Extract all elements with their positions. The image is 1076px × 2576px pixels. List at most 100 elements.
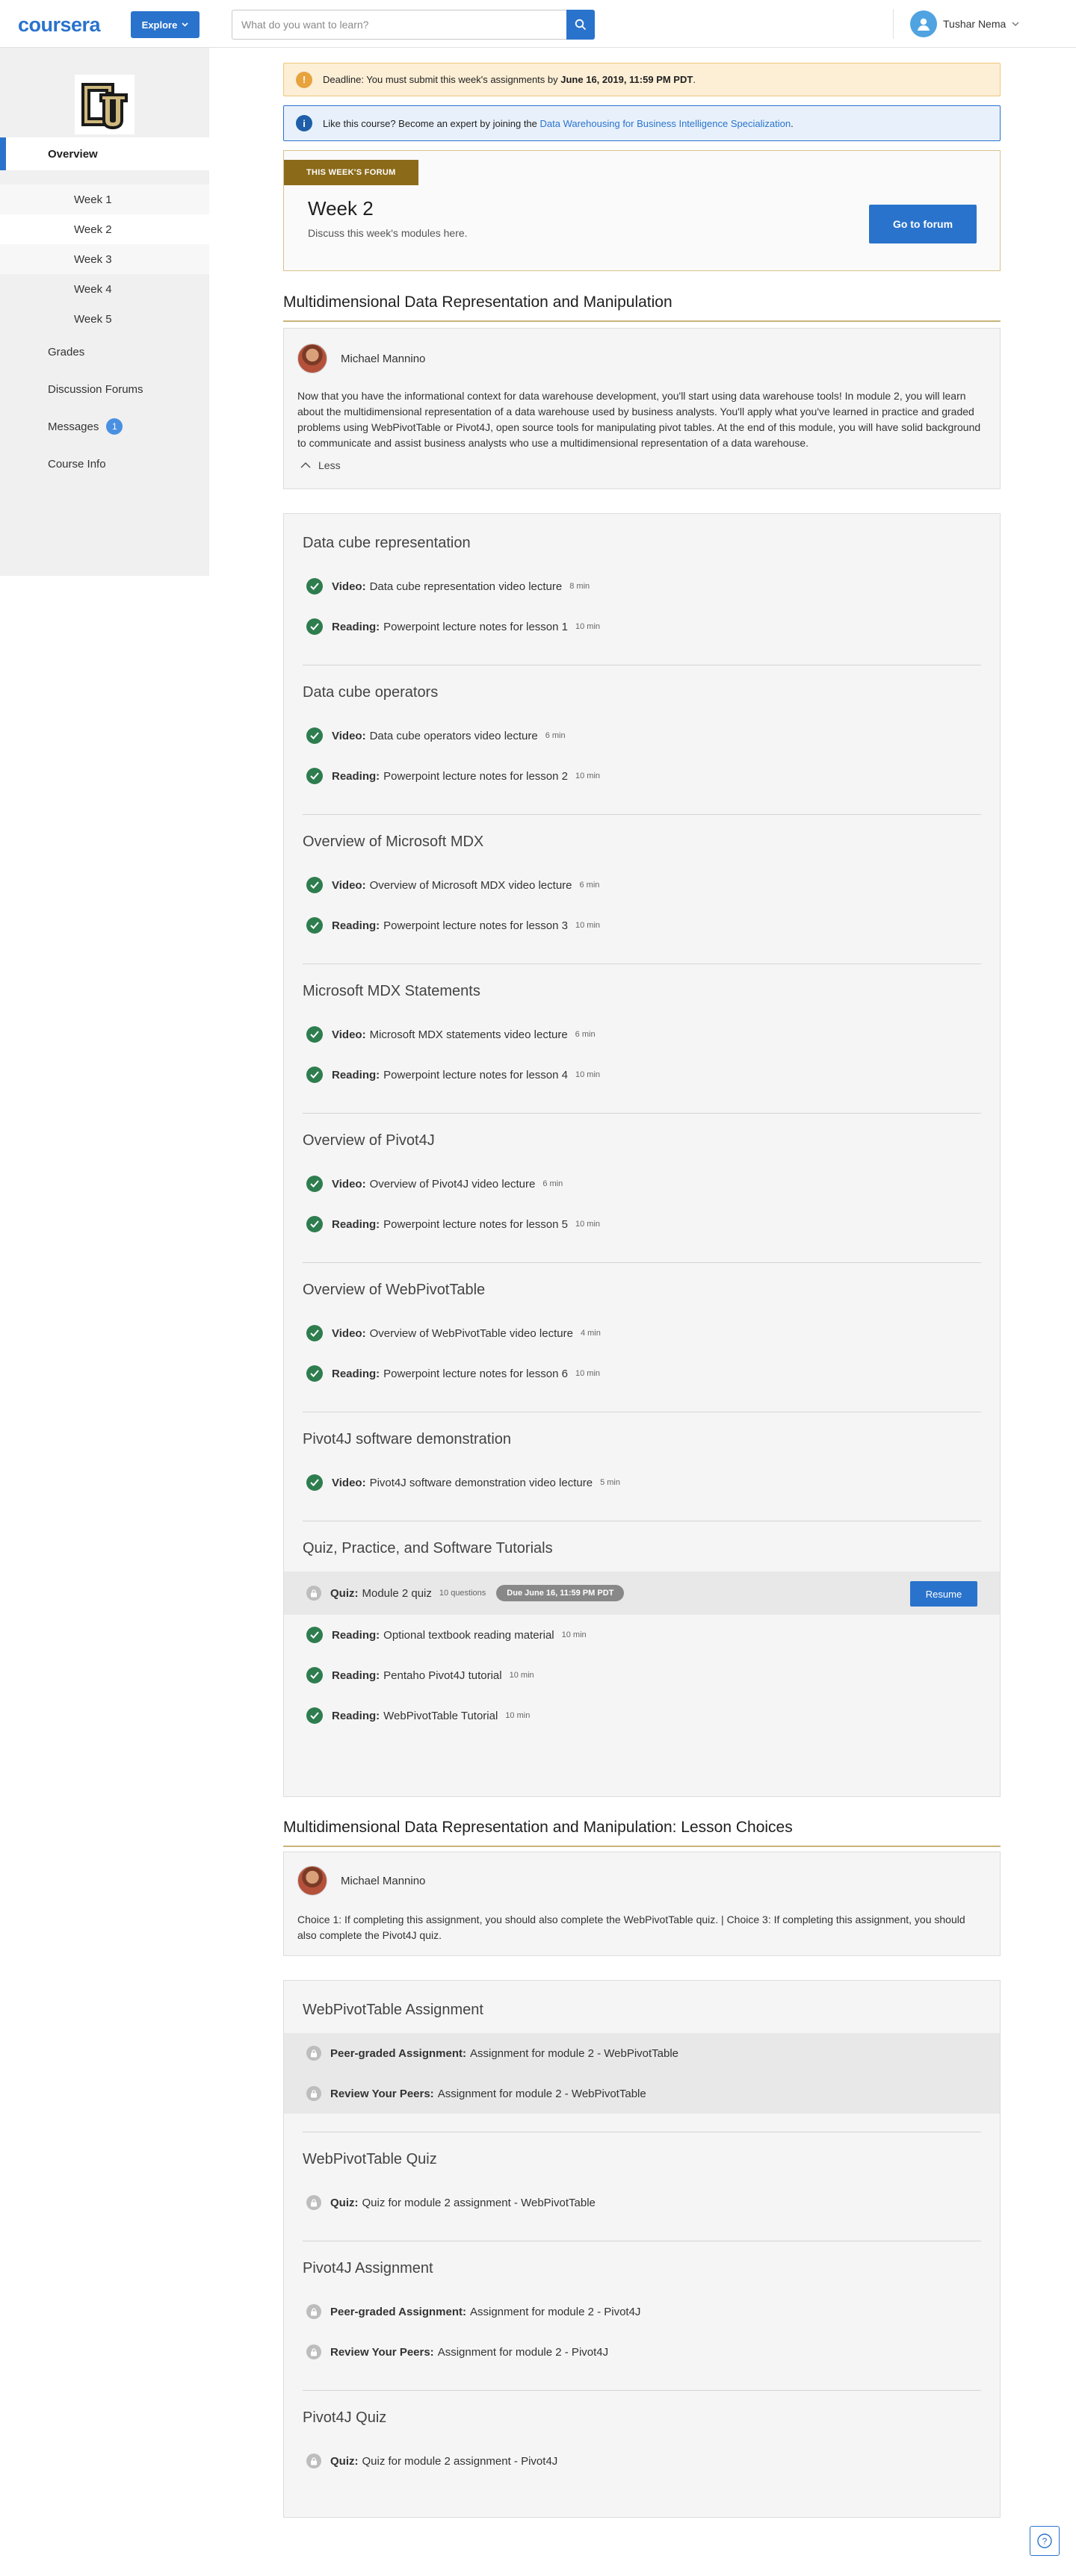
assignment-item-row[interactable]: Quiz: Quiz for module 2 assignment - WebP… (284, 2182, 1000, 2223)
lesson-item-row[interactable]: Video: Overview of Microsoft MDX video le… (284, 865, 1000, 905)
messages-count-badge: 1 (106, 418, 123, 435)
sidebar-item-grades[interactable]: Grades (0, 335, 209, 368)
item-type: Video: (332, 878, 366, 892)
lesson-divider (303, 2390, 981, 2391)
item-duration: 10 min (561, 1630, 587, 1639)
completed-check-icon (306, 1474, 323, 1491)
sidebar-item-overview[interactable]: Overview (0, 137, 209, 170)
lesson-title: WebPivotTable Quiz (303, 2151, 437, 2167)
explore-button[interactable]: Explore (131, 11, 200, 38)
lesson-item-row[interactable]: Reading: Powerpoint lecture notes for les… (284, 905, 1000, 946)
sidebar-item-week-5[interactable]: Week 5 (0, 304, 209, 334)
item-type: Peer-graded Assignment: (330, 2046, 466, 2060)
assignment-item-row[interactable]: Review Your Peers: Assignment for module … (284, 2332, 1000, 2372)
lesson-divider (303, 1113, 981, 1114)
instructor-name: Michael Mannino (341, 1874, 426, 1887)
item-type: Reading: (332, 620, 380, 633)
chevron-up-icon (300, 462, 311, 468)
search-icon (575, 19, 587, 31)
item-type: Review Your Peers: (330, 2087, 434, 2100)
lesson-item-row[interactable]: Video: Pivot4J software demonstration vid… (284, 1462, 1000, 1503)
lesson-item-row[interactable]: Reading: Powerpoint lecture notes for les… (284, 1055, 1000, 1095)
lesson-item-row[interactable]: Video: Data cube representation video lec… (284, 566, 1000, 606)
specialization-link[interactable]: Data Warehousing for Business Intelligen… (540, 118, 791, 129)
lesson-item-row[interactable]: Reading: Optional textbook reading materi… (284, 1615, 1000, 1655)
search-bar (232, 10, 595, 40)
lesson-title: Data cube representation (303, 535, 471, 551)
item-duration: 10 min (575, 1369, 601, 1378)
lesson-choices-card: WebPivotTable Assignment Peer-graded Assi… (283, 1980, 1001, 2518)
instructor-name: Michael Mannino (341, 352, 426, 365)
item-duration: 10 min (575, 772, 601, 780)
item-type: Reading: (332, 769, 380, 783)
module-description: Choice 1: If completing this assignment,… (297, 1914, 965, 1941)
sidebar-item-discussion-forums[interactable]: Discussion Forums (0, 373, 209, 406)
coursera-logo[interactable]: coursera (18, 13, 101, 37)
lesson-item-row[interactable]: Reading: Powerpoint lecture notes for les… (284, 1204, 1000, 1244)
module-description: Now that you have the informational cont… (297, 390, 981, 449)
search-button[interactable] (566, 10, 595, 40)
sidebar-item-course-info[interactable]: Course Info (0, 447, 209, 480)
specialization-alert: i Like this course? Become an expert by … (283, 105, 1001, 141)
item-name: Overview of Microsoft MDX video lecture (369, 878, 572, 892)
sidebar-item-messages[interactable]: Messages 1 (0, 410, 209, 443)
item-name: Powerpoint lecture notes for lesson 3 (383, 919, 568, 932)
question-count: 10 questions (439, 1589, 486, 1598)
lesson-title: Pivot4J Assignment (303, 2260, 433, 2276)
svg-text:?: ? (1042, 2536, 1048, 2547)
assignment-item-row[interactable]: Review Your Peers: Assignment for module … (284, 2073, 1000, 2114)
module-intro-card: Michael Mannino Now that you have the in… (283, 328, 1001, 489)
item-type: Video: (332, 729, 366, 742)
help-button[interactable]: ? (1030, 2526, 1060, 2556)
lesson-item-row[interactable]: Video: Microsoft MDX statements video lec… (284, 1014, 1000, 1055)
module-intro-card: Michael Mannino Choice 1: If completing … (283, 1852, 1001, 1956)
item-name: Assignment for module 2 - WebPivotTable (470, 2046, 679, 2060)
item-duration: 5 min (600, 1478, 620, 1487)
forum-title: Week 2 (308, 197, 374, 220)
item-duration: 10 min (575, 1070, 601, 1079)
lock-icon (306, 2344, 321, 2359)
sidebar-item-week-2[interactable]: Week 2 (0, 214, 209, 244)
search-input[interactable] (232, 10, 566, 40)
resume-button[interactable]: Resume (910, 1581, 977, 1607)
lesson-item-row[interactable]: Video: Overview of WebPivotTable video le… (284, 1313, 1000, 1353)
item-name: Powerpoint lecture notes for lesson 1 (383, 620, 568, 633)
item-name: Powerpoint lecture notes for lesson 2 (383, 769, 568, 783)
lesson-divider (303, 814, 981, 815)
item-type: Reading: (332, 1068, 380, 1081)
completed-check-icon (306, 727, 323, 744)
lesson-item-row[interactable]: Reading: Powerpoint lecture notes for les… (284, 1353, 1000, 1394)
assignment-item-row[interactable]: Peer-graded Assignment: Assignment for mo… (284, 2033, 1000, 2073)
user-menu[interactable]: Tushar Nema (910, 10, 1019, 37)
less-toggle[interactable]: Less (300, 459, 341, 471)
sidebar-item-week-3[interactable]: Week 3 (0, 244, 209, 274)
item-duration: 10 min (575, 622, 601, 631)
go-to-forum-button[interactable]: Go to forum (869, 205, 977, 243)
lock-icon (306, 2454, 321, 2468)
assignment-item-row[interactable]: Quiz: Quiz for module 2 assignment - Pivo… (284, 2441, 1000, 2481)
user-icon (918, 18, 930, 31)
module-title: Multidimensional Data Representation and… (283, 294, 1001, 322)
completed-check-icon (306, 1216, 323, 1232)
quiz-item-row[interactable]: Quiz: Module 2 quiz 10 questions Due June 1… (284, 1571, 1000, 1615)
completed-check-icon (306, 917, 323, 934)
avatar (910, 10, 937, 37)
chevron-down-icon (182, 22, 188, 27)
deadline-date: June 16, 2019, 11:59 PM PDT (560, 74, 693, 85)
lesson-item-row[interactable]: Reading: Powerpoint lecture notes for les… (284, 756, 1000, 796)
sidebar-item-week-4[interactable]: Week 4 (0, 274, 209, 304)
sidebar-item-label: Messages (48, 420, 99, 433)
lesson-title: Microsoft MDX Statements (303, 983, 480, 999)
sidebar-item-week-1[interactable]: Week 1 (0, 184, 209, 214)
lesson-item-row[interactable]: Reading: WebPivotTable Tutorial 10 min (284, 1695, 1000, 1736)
item-name: Assignment for module 2 - Pivot4J (470, 2305, 641, 2318)
lesson-item-row[interactable]: Video: Data cube operators video lecture 6… (284, 716, 1000, 756)
completed-check-icon (306, 578, 323, 595)
item-type: Reading: (332, 1669, 380, 1682)
lesson-item-row[interactable]: Reading: Powerpoint lecture notes for les… (284, 606, 1000, 647)
lesson-item-row[interactable]: Video: Overview of Pivot4J video lecture 6… (284, 1164, 1000, 1204)
assignment-item-row[interactable]: Peer-graded Assignment: Assignment for mo… (284, 2291, 1000, 2332)
item-type: Video: (332, 1177, 366, 1191)
item-type: Reading: (332, 919, 380, 932)
lesson-item-row[interactable]: Reading: Pentaho Pivot4J tutorial 10 min (284, 1655, 1000, 1695)
